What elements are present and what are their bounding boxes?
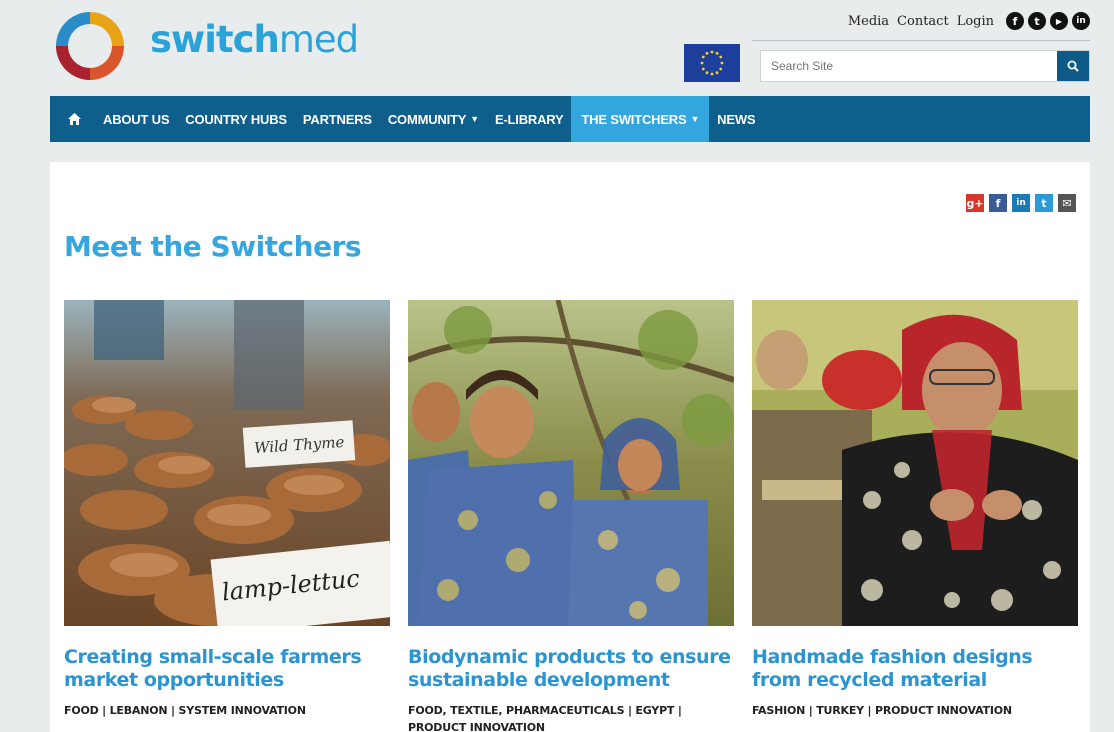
- social-links: f t ▶ in: [1006, 12, 1090, 30]
- page-title: Meet the Switchers: [64, 230, 362, 263]
- switcher-card[interactable]: Wild Thyme lamp-lettuc Creating small-sc…: [64, 300, 390, 732]
- nav-country-hubs[interactable]: COUNTRY HUBS: [177, 96, 295, 142]
- card-title[interactable]: Biodynamic products to ensure sustainabl…: [408, 646, 734, 692]
- search-box: [760, 50, 1090, 82]
- contact-link[interactable]: Contact: [897, 14, 949, 29]
- eu-flag-icon: [684, 44, 740, 82]
- twitter-share-icon[interactable]: t: [1035, 194, 1053, 212]
- caret-down-icon: ▼: [470, 114, 479, 124]
- market-photo[interactable]: Wild Thyme lamp-lettuc: [64, 300, 390, 626]
- card-title[interactable]: Creating small-scale farmers market oppo…: [64, 646, 390, 692]
- twitter-icon[interactable]: t: [1028, 12, 1046, 30]
- main-content: g+ f in t ✉ Meet the Switchers Wild Thym…: [50, 162, 1090, 732]
- switcher-cards: Wild Thyme lamp-lettuc Creating small-sc…: [64, 300, 1078, 732]
- login-link[interactable]: Login: [957, 14, 994, 29]
- nav-community-label: COMMUNITY: [387, 111, 467, 127]
- brand-part: sw: [150, 18, 205, 61]
- google-plus-icon[interactable]: g+: [966, 194, 984, 212]
- brand-part: i: [204, 18, 217, 61]
- nav-about-us[interactable]: ABOUT US: [95, 96, 177, 142]
- search-button[interactable]: [1057, 51, 1089, 81]
- switcher-card[interactable]: Handmade fashion designs from recycled m…: [752, 300, 1078, 732]
- linkedin-share-icon[interactable]: in: [1012, 194, 1030, 212]
- nav-e-library[interactable]: E-LIBRARY: [487, 96, 572, 142]
- card-title[interactable]: Handmade fashion designs from recycled m…: [752, 646, 1078, 692]
- craftswoman-photo[interactable]: [752, 300, 1078, 626]
- facebook-icon[interactable]: f: [1006, 12, 1024, 30]
- nav-home[interactable]: [50, 96, 95, 142]
- nav-switchers-label: THE SWITCHERS: [581, 111, 687, 127]
- nav-the-switchers[interactable]: THE SWITCHERS ▼: [571, 96, 710, 142]
- brand-part: tch: [215, 18, 280, 61]
- search-icon: [1067, 60, 1079, 72]
- email-share-icon[interactable]: ✉: [1058, 194, 1076, 212]
- media-link[interactable]: Media: [848, 14, 889, 29]
- nav-partners[interactable]: PARTNERS: [295, 96, 380, 142]
- brand-name[interactable]: switchmed: [150, 18, 359, 61]
- facebook-share-icon[interactable]: f: [989, 194, 1007, 212]
- linkedin-icon[interactable]: in: [1072, 12, 1090, 30]
- home-icon: [68, 113, 81, 125]
- youtube-icon[interactable]: ▶: [1050, 12, 1068, 30]
- card-tags: FASHION | TURKEY | PRODUCT INNOVATION: [752, 704, 1012, 717]
- site-header: switchmed Media Contact Login f t ▶ in: [50, 0, 1090, 96]
- nav-news[interactable]: NEWS: [709, 96, 763, 142]
- top-links: Media Contact Login f t ▶ in: [848, 12, 1090, 30]
- card-tags: FOOD, TEXTILE, PHARMACEUTICALS | EGYPT |…: [408, 704, 682, 732]
- girls-photo[interactable]: [408, 300, 734, 626]
- header-divider: [752, 40, 1090, 41]
- switchmed-logo[interactable]: [50, 6, 130, 86]
- search-input[interactable]: [761, 51, 1057, 81]
- main-nav: ABOUT US COUNTRY HUBS PARTNERS COMMUNITY…: [50, 96, 1090, 142]
- card-tags: FOOD | LEBANON | SYSTEM INNOVATION: [64, 704, 306, 717]
- caret-down-icon: ▼: [690, 114, 700, 124]
- nav-community[interactable]: COMMUNITY ▼: [380, 96, 487, 142]
- switcher-card[interactable]: Biodynamic products to ensure sustainabl…: [408, 300, 734, 732]
- brand-part: med: [278, 18, 359, 61]
- share-bar: g+ f in t ✉: [966, 194, 1076, 212]
